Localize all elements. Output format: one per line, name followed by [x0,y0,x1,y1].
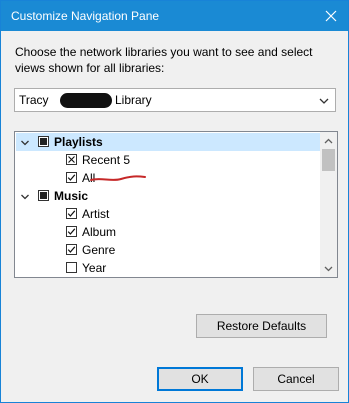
dialog-window: Customize Navigation Pane Choose the net… [0,0,349,403]
checkbox[interactable] [66,226,77,237]
view-tree[interactable]: Year Genre Album Artist Music All Recent 5 Play… [14,131,338,278]
tree-item[interactable]: Artist [16,205,321,223]
tree-item[interactable]: Music [16,187,321,205]
library-name-suffix: Library [115,93,152,107]
instruction-text: Choose the network libraries you want to… [15,45,313,75]
tree-item[interactable]: All [16,169,321,187]
cancel-button[interactable]: Cancel [253,367,339,391]
tree-item-label: Year [82,261,107,275]
scrollbar-thumb[interactable] [322,149,335,171]
tree-item[interactable]: Playlists [16,133,321,151]
chevron-down-icon[interactable] [317,94,331,108]
ok-button[interactable]: OK [157,367,243,391]
tristate-checkbox[interactable] [38,190,49,201]
tree-item-label: Recent 5 [82,153,131,167]
title-bar[interactable]: Customize Navigation Pane [1,1,348,31]
chevron-down-icon[interactable] [320,260,337,277]
tree-item-label: Playlists [54,135,103,149]
tree-item-label: Artist [82,207,110,221]
library-dropdown[interactable]: Tracy Library [14,88,336,112]
tree-item[interactable]: Genre [16,241,321,259]
library-name-prefix: Tracy [19,93,49,107]
chevron-down-icon[interactable] [20,191,30,201]
tree-item-label: Music [54,189,89,203]
red-annotation-mark [90,175,146,181]
checkbox[interactable] [66,244,77,255]
tree-item-label: Album [82,225,117,239]
chevron-up-icon[interactable] [320,132,337,149]
tree-item-label: Genre [82,243,116,257]
checkbox[interactable] [66,154,77,165]
checkbox[interactable] [66,208,77,219]
tree-item[interactable]: Album [16,223,321,241]
checkbox[interactable] [66,262,77,273]
close-icon[interactable] [314,1,348,31]
tristate-checkbox[interactable] [38,136,49,147]
redaction-mark [60,93,112,108]
tree-item[interactable]: Recent 5 [16,151,321,169]
tree-scrollbar[interactable] [320,132,337,277]
tree-item[interactable]: Year [16,259,321,277]
checkbox[interactable] [66,172,77,183]
window-title: Customize Navigation Pane [11,9,160,23]
chevron-down-icon[interactable] [20,137,30,147]
restore-defaults-button[interactable]: Restore Defaults [196,314,327,338]
